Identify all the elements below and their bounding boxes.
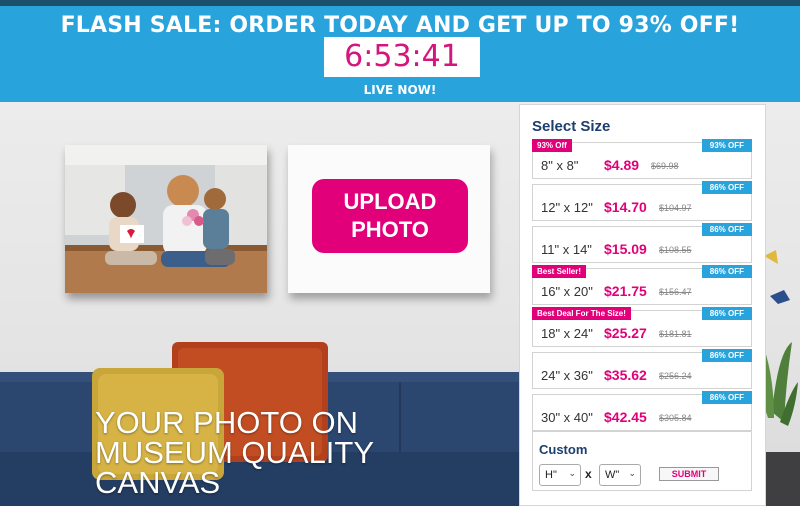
size-label: 30" x 40" — [541, 410, 593, 425]
countdown-timer: 6:53:41 — [324, 37, 480, 77]
select-size-title: Select Size — [532, 118, 611, 135]
sale-price: $25.27 — [604, 325, 647, 341]
size-selection-panel: Select Size 93% Off 93% OFF 8" x 8" $4.8… — [519, 104, 766, 506]
size-label: 18" x 24" — [541, 326, 593, 341]
upload-canvas: UPLOAD PHOTO — [288, 145, 490, 293]
upload-label-line1: UPLOAD — [343, 189, 437, 214]
width-value: W" — [605, 469, 620, 481]
flash-sale-banner: FLASH SALE: ORDER TODAY AND GET UP TO 93… — [0, 6, 800, 102]
custom-title: Custom — [539, 442, 588, 457]
promo-tag: Best Seller! — [532, 265, 587, 278]
custom-size-box: Custom H" ⌄ x W" ⌄ SUBMIT — [532, 431, 752, 491]
sample-photo-canvas — [65, 145, 267, 293]
custom-submit-button[interactable]: SUBMIT — [659, 467, 719, 481]
discount-badge: 86% OFF — [701, 223, 752, 236]
original-price: $156.47 — [659, 287, 692, 297]
discount-badge: 86% OFF — [701, 391, 752, 404]
size-label: 12" x 12" — [541, 200, 593, 215]
sale-price: $21.75 — [604, 283, 647, 299]
size-label: 8" x 8" — [541, 158, 579, 173]
original-price: $104.97 — [659, 203, 692, 213]
custom-width-select[interactable]: W" ⌄ — [599, 464, 641, 486]
discount-badge: 93% OFF — [701, 139, 752, 152]
live-now-label: LIVE NOW! — [363, 83, 437, 97]
headline-line2: MUSEUM QUALITY — [95, 435, 375, 470]
size-option-12x12[interactable]: 86% OFF 12" x 12" $14.70 $104.97 — [532, 181, 752, 221]
upload-label-line2: PHOTO — [351, 217, 429, 242]
size-option-24x36[interactable]: 86% OFF 24" x 36" $35.62 $256.24 — [532, 349, 752, 389]
size-option-11x14[interactable]: 86% OFF 11" x 14" $15.09 $108.55 — [532, 223, 752, 263]
hero-headline: YOUR PHOTO ON MUSEUM QUALITY CANVAS — [95, 405, 425, 500]
sale-price: $14.70 — [604, 199, 647, 215]
discount-badge: 86% OFF — [701, 307, 752, 320]
headline-line1: YOUR PHOTO ON — [95, 405, 358, 440]
size-label: 24" x 36" — [541, 368, 593, 383]
discount-badge: 86% OFF — [701, 349, 752, 362]
flash-sale-title: FLASH SALE: ORDER TODAY AND GET UP TO 93… — [60, 13, 740, 38]
promo-tag: Best Deal For The Size! — [532, 307, 631, 320]
size-label: 11" x 14" — [541, 242, 592, 257]
sale-price: $35.62 — [604, 367, 647, 383]
original-price: $69.98 — [651, 161, 679, 171]
chevron-down-icon: ⌄ — [568, 468, 576, 478]
original-price: $256.24 — [659, 371, 692, 381]
size-option-8x8[interactable]: 93% Off 93% OFF 8" x 8" $4.89 $69.98 — [532, 139, 752, 179]
custom-height-select[interactable]: H" ⌄ — [539, 464, 581, 486]
size-option-18x24[interactable]: Best Deal For The Size! 86% OFF 18" x 24… — [532, 307, 752, 347]
discount-badge: 86% OFF — [701, 181, 752, 194]
size-option-30x40[interactable]: 86% OFF 30" x 40" $42.45 $305.84 — [532, 391, 752, 431]
sale-price: $42.45 — [604, 409, 647, 425]
sale-price: $15.09 — [604, 241, 647, 257]
discount-badge: 86% OFF — [701, 265, 752, 278]
original-price: $108.55 — [659, 245, 692, 255]
size-label: 16" x 20" — [541, 284, 593, 299]
original-price: $181.81 — [659, 329, 692, 339]
original-price: $305.84 — [659, 413, 692, 423]
sale-price: $4.89 — [604, 157, 640, 173]
upload-photo-button[interactable]: UPLOAD PHOTO — [312, 179, 468, 253]
height-value: H" — [545, 469, 557, 481]
headline-line3: CANVAS — [95, 465, 221, 500]
chevron-down-icon: ⌄ — [628, 468, 636, 478]
promo-tag: 93% Off — [532, 139, 572, 152]
dimension-separator: x — [585, 467, 592, 481]
size-option-16x20[interactable]: Best Seller! 86% OFF 16" x 20" $21.75 $1… — [532, 265, 752, 305]
family-photo-image — [65, 145, 267, 293]
